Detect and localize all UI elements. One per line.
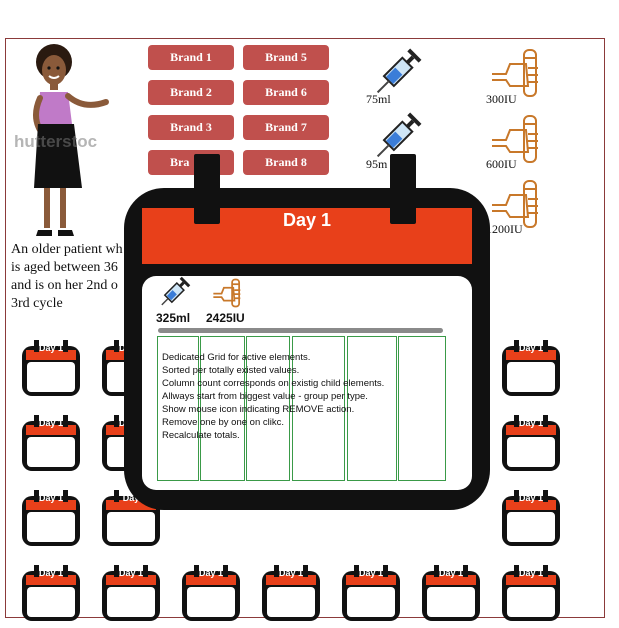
syringe-75ml-label: 75ml [366, 92, 391, 106]
day-calendar-label: Day 1 [118, 568, 144, 578]
brand-3-button[interactable]: Brand 3 [148, 115, 234, 140]
day-calendar-label: Day 1 [518, 418, 544, 428]
day-calendar-label: Day 1 [38, 568, 64, 578]
brand-1-button[interactable]: Brand 1 [148, 45, 234, 70]
day-calendar-icon[interactable]: Day 1 [20, 340, 82, 398]
day-calendar-label: Day 1 [38, 493, 64, 503]
total-syringe-icon [161, 276, 191, 306]
total-hand-vial-icon [213, 278, 241, 308]
day-calendar-icon[interactable]: Day 1 [500, 340, 562, 398]
brand-5-button[interactable]: Brand 5 [243, 45, 329, 70]
day-calendar-icon[interactable]: Day 1 [500, 415, 562, 473]
note-line: Sorted per totally existed values. [162, 365, 300, 376]
day-calendar-icon[interactable]: Day 1 [500, 565, 562, 623]
brand-2-button[interactable]: Brand 2 [148, 80, 234, 105]
note-line: Dedicated Grid for active elements. [162, 352, 311, 363]
note-line: Recalculate totals. [162, 430, 240, 441]
day-calendar-icon[interactable]: Day 1 [20, 565, 82, 623]
day-calendar-label: Day 1 [438, 568, 464, 578]
day-calendar-label: Day 1 [38, 343, 64, 353]
hand-300iu-label: 300IU [486, 92, 517, 106]
day-calendar-label: Day 1 [358, 568, 384, 578]
day-calendar-icon[interactable]: Day 1 [100, 565, 162, 623]
day-calendar-icon[interactable]: Day 1 [260, 565, 322, 623]
day-calendar-label: Day 1 [518, 343, 544, 353]
watermark-text: hutterstoc [14, 132, 98, 151]
note-line: Show mouse icon indicating REMOVE action… [162, 404, 355, 415]
requirements-notes: Dedicated Grid for active elements. Sort… [162, 351, 452, 442]
brand-7-button[interactable]: Brand 7 [243, 115, 329, 140]
day-calendar-icon[interactable]: Day 1 [500, 490, 562, 548]
note-line: Column count corresponds on existig chil… [162, 378, 385, 389]
day-1-calendar-title: Day 1 [282, 210, 332, 230]
day-calendar-label: Day 1 [38, 418, 64, 428]
day-calendar-icon[interactable]: Day 1 [180, 565, 242, 623]
day-calendar-label: Day 1 [198, 568, 224, 578]
divider-bar [158, 328, 443, 333]
total-ml-label: 325ml [156, 311, 191, 325]
day-calendar-icon[interactable]: Day 1 [340, 565, 402, 623]
note-line: Allways start from biggest value - group… [162, 391, 368, 402]
day-calendar-label: Day 1 [518, 568, 544, 578]
note-line: Remove one by one on clikc. [162, 417, 284, 428]
brand-6-button[interactable]: Brand 6 [243, 80, 329, 105]
day-calendar-icon[interactable]: Day 1 [20, 490, 82, 548]
total-iu-label: 2425IU [206, 311, 245, 325]
patient-description: An older patient wh is aged between 36 a… [11, 242, 123, 311]
day-calendar-label: Day 1 [278, 568, 304, 578]
day-calendar-icon[interactable]: Day 1 [420, 565, 482, 623]
day-calendar-icon[interactable]: Day 1 [20, 415, 82, 473]
day-calendar-label: Day 1 [518, 493, 544, 503]
